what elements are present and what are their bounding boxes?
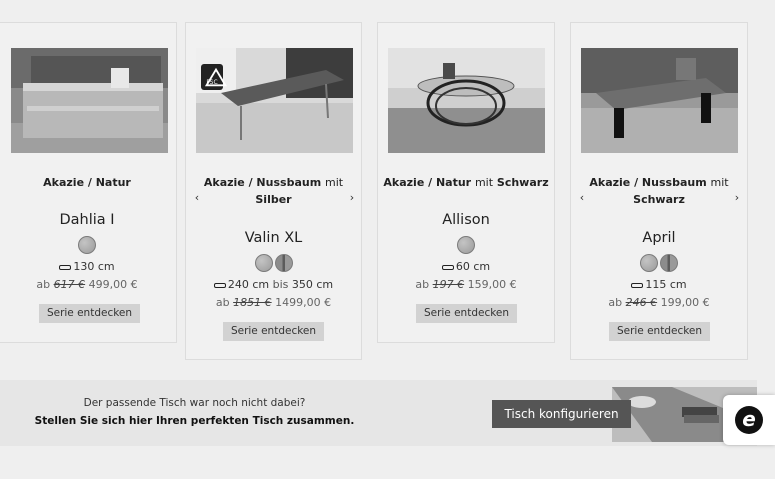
trusted-shops-badge[interactable]: e — [723, 395, 775, 445]
serie-entdecken-button[interactable]: Serie entdecken — [416, 304, 517, 323]
swatch-natur[interactable] — [254, 254, 273, 272]
product-image[interactable] — [581, 48, 738, 153]
material-label: Akazie / Natur mit Schwarz — [383, 176, 549, 189]
trusted-shops-icon: e — [735, 406, 763, 434]
old-price: 246 € — [625, 296, 658, 309]
current-price: 159,00 € — [467, 278, 517, 291]
product-name[interactable]: Valin XL — [186, 230, 361, 246]
length-info: 240 cm bis 350 cm — [186, 278, 361, 291]
product-image[interactable] — [388, 48, 545, 153]
length-info: 115 cm — [571, 278, 747, 291]
product-image[interactable] — [11, 48, 168, 153]
ruler-icon — [631, 282, 644, 288]
old-price: 617 € — [53, 278, 86, 291]
swatch-natur[interactable] — [78, 236, 96, 254]
swatch-natur[interactable] — [457, 236, 475, 254]
product-card-april[interactable]: ‹ › Akazie / Nussbaum mit Schwarz April … — [570, 22, 748, 360]
current-price: 1499,00 € — [275, 296, 332, 309]
fsc-badge: FSC — [201, 64, 227, 90]
length-info: 60 cm — [378, 260, 554, 273]
ruler-icon — [59, 264, 72, 270]
product-card-allison[interactable]: Akazie / Natur mit Schwarz Allison 60 cm… — [377, 22, 555, 343]
ruler-icon — [213, 282, 226, 288]
material-label: Akazie / Nussbaum mit Schwarz — [589, 176, 729, 206]
current-price: 199,00 € — [660, 296, 710, 309]
product-name[interactable]: Dahlia I — [0, 212, 176, 228]
serie-entdecken-button[interactable]: Serie entdecken — [609, 322, 710, 341]
current-price: 499,00 € — [88, 278, 138, 291]
ruler-icon — [441, 264, 454, 270]
tisch-konfigurieren-button[interactable]: Tisch konfigurieren — [492, 400, 631, 428]
price-info: ab 1851 € 1499,00 € — [215, 296, 332, 309]
serie-entdecken-button[interactable]: Serie entdecken — [39, 304, 140, 323]
material-label: Akazie / Natur — [43, 176, 131, 189]
serie-entdecken-button[interactable]: Serie entdecken — [223, 322, 324, 341]
price-info: ab 617 € 499,00 € — [36, 278, 138, 291]
configurator-banner: Der passende Tisch war noch nicht dabei?… — [0, 380, 757, 446]
color-swatches — [378, 236, 554, 258]
product-name[interactable]: Allison — [378, 212, 554, 228]
price-info: ab 246 € 199,00 € — [608, 296, 710, 309]
swatch-natur[interactable] — [640, 254, 658, 272]
color-swatches — [186, 254, 361, 276]
product-image[interactable]: FSC — [196, 48, 353, 153]
swatch-nussbaum[interactable] — [660, 254, 678, 272]
product-card-dahlia[interactable]: Akazie / Natur Dahlia I 130 cm ab 617 € … — [0, 22, 177, 343]
length-info: 130 cm — [0, 260, 176, 273]
price-info: ab 197 € 159,00 € — [415, 278, 517, 291]
banner-question: Der passende Tisch war noch nicht dabei? — [83, 397, 306, 409]
old-price: 1851 € — [233, 296, 272, 309]
banner-prompt: Stellen Sie sich hier Ihren perfekten Ti… — [34, 415, 355, 427]
color-swatches — [571, 254, 747, 276]
product-card-valin-xl[interactable]: FSC ‹ › Akazie / Nussbaum mit Silber Val… — [185, 22, 362, 360]
old-price: 197 € — [432, 278, 465, 291]
material-label: Akazie / Nussbaum mit Silber — [203, 176, 344, 206]
product-name[interactable]: April — [571, 230, 747, 246]
swatch-nussbaum[interactable] — [274, 254, 293, 272]
color-swatches — [0, 236, 176, 258]
